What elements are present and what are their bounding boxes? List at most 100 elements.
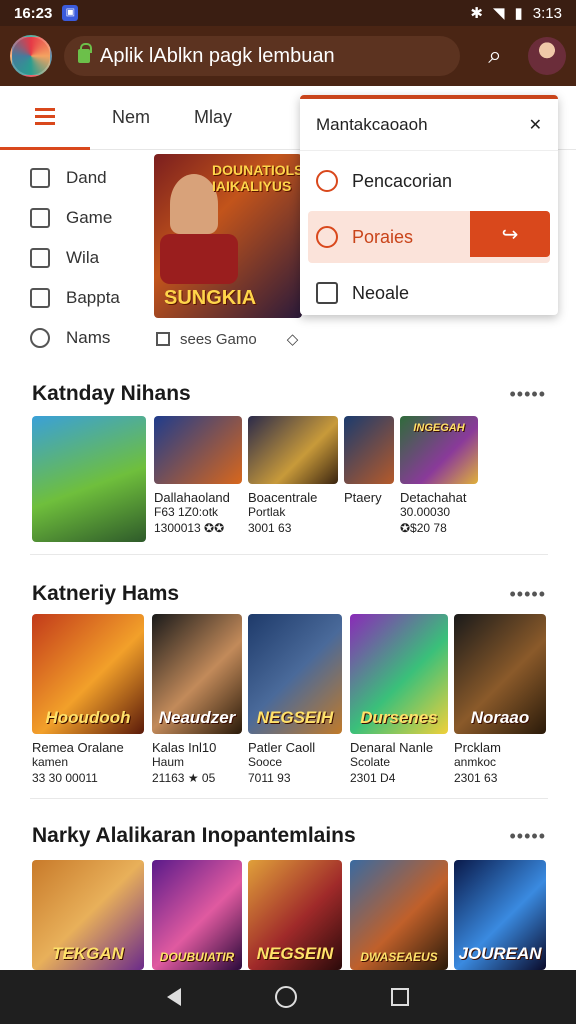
address-text: Aplik lAblkn pagk lembuan bbox=[100, 44, 335, 67]
status-time: 16:23 bbox=[14, 4, 53, 22]
side-item-label: Dand bbox=[66, 168, 107, 187]
tab-0[interactable]: Nem bbox=[90, 107, 172, 128]
search-icon[interactable]: ⌕ bbox=[480, 42, 510, 70]
game-thumbnail: JOUREAN bbox=[454, 860, 546, 970]
search-icon bbox=[30, 328, 50, 348]
game-thumbnail: DOUBUIATIR bbox=[152, 860, 242, 970]
game-card[interactable]: Hooudooh Remea Oralane kamen 33 30 00011 bbox=[32, 614, 144, 785]
game-card[interactable]: Boacentrale Portlak 3001 63 bbox=[248, 416, 338, 535]
card-meta: 2301 D4 bbox=[350, 771, 396, 785]
thumb-text: NEGSEIN bbox=[256, 944, 334, 963]
card-subtitle: Sooce bbox=[248, 755, 283, 769]
game-thumbnail: NEGSEIN bbox=[248, 860, 342, 970]
card-subtitle: Portlak bbox=[248, 505, 286, 519]
search-icon bbox=[316, 170, 338, 192]
banner-title-top: DOUNATIOLS IAIKALIYUS bbox=[212, 162, 302, 194]
side-item-1[interactable]: Game bbox=[30, 198, 160, 238]
game-card[interactable]: INGEGAH Detachahat 30.00030 ✪$20 78 bbox=[400, 416, 478, 535]
section-more-icon[interactable]: ••••• bbox=[509, 584, 546, 605]
card-meta: ✪$20 78 bbox=[400, 521, 447, 535]
thumb-text: Neaudzer bbox=[158, 708, 236, 727]
game-card[interactable]: Dursenes Denaral Nanle Scolate 2301 D4 bbox=[350, 614, 448, 785]
tag-icon[interactable]: ◇ bbox=[287, 330, 299, 348]
game-card[interactable]: NEGSEIN bbox=[248, 860, 342, 970]
game-thumbnail bbox=[344, 416, 394, 484]
system-nav-bar bbox=[0, 970, 576, 1024]
card-subtitle: F63 1Z0:otk bbox=[154, 505, 219, 519]
menu-icon[interactable] bbox=[0, 86, 90, 150]
game-thumbnail: TEKGAN bbox=[32, 860, 144, 970]
side-item-4[interactable]: Nams bbox=[30, 318, 160, 358]
app-logo-icon[interactable] bbox=[10, 35, 52, 77]
home-icon[interactable] bbox=[275, 986, 297, 1008]
game-card[interactable]: DOUBUIATIR bbox=[152, 860, 242, 970]
thumb-text: Noraao bbox=[470, 708, 530, 727]
side-item-label: Bappta bbox=[66, 288, 120, 307]
dropdown-item-label: Pencacorian bbox=[352, 170, 453, 191]
game-card[interactable]: Noraao Prcklam anmkoc 2301 63 bbox=[454, 614, 546, 785]
game-card[interactable]: Neaudzer Kalas Inl10 Haum 21163 ★ 05 bbox=[152, 614, 242, 785]
game-card[interactable]: Dallahaoland F63 1Z0:otk 1300013 ✪✪ bbox=[154, 416, 242, 535]
side-item-label: Game bbox=[66, 208, 113, 227]
game-thumbnail bbox=[32, 416, 146, 542]
card-meta: 2301 63 bbox=[454, 771, 498, 785]
image-icon bbox=[30, 248, 50, 268]
bluetooth-icon: ✱ bbox=[470, 5, 483, 22]
thumb-text: NEGSEIH bbox=[256, 708, 334, 727]
battery-text: 3:13 bbox=[532, 4, 562, 22]
recents-icon[interactable] bbox=[391, 988, 409, 1006]
dropdown-header[interactable]: Mantakcaoaoh ✕ bbox=[300, 99, 558, 151]
game-card[interactable] bbox=[32, 416, 146, 542]
checkbox-icon[interactable] bbox=[156, 332, 170, 346]
avatar[interactable] bbox=[528, 37, 566, 75]
dropdown-item-label: Poraies bbox=[352, 226, 414, 247]
section-more-icon[interactable]: ••••• bbox=[509, 826, 546, 847]
divider bbox=[30, 554, 548, 555]
divider bbox=[30, 798, 548, 799]
dropdown-item-3[interactable]: Neoale bbox=[300, 267, 558, 319]
thumb-text: JOUREAN bbox=[458, 944, 542, 963]
dropdown-item-search[interactable]: Pencacorian bbox=[300, 155, 558, 207]
dropdown-item-active[interactable]: Poraies ↪ bbox=[308, 211, 550, 263]
card-meta: 7011 93 bbox=[248, 771, 291, 785]
thumb-text: TEKGAN bbox=[52, 944, 124, 963]
featured-banner[interactable]: DOUNATIOLS IAIKALIYUS SUNGKIA bbox=[154, 154, 302, 318]
section-title: Katnday Nihans bbox=[32, 382, 191, 405]
hero-body bbox=[160, 234, 238, 284]
status-bar: 16:23 ▣ ✱ ◥ ▮ 3:13 bbox=[0, 0, 576, 26]
game-card[interactable]: TEKGAN bbox=[32, 860, 144, 970]
section-title: Narky Alalikaran Inopantemlains bbox=[32, 824, 356, 847]
back-icon[interactable] bbox=[167, 988, 181, 1006]
section-3: Narky Alalikaran Inopantemlains ••••• TE… bbox=[0, 820, 576, 970]
dropdown-menu: Mantakcaoaoh ✕ Pencacorian Poraies ↪ Neo… bbox=[300, 95, 558, 315]
close-icon[interactable]: ✕ bbox=[529, 115, 542, 135]
chip-label: sees Gamo bbox=[180, 330, 257, 348]
card-subtitle: Scolate bbox=[350, 755, 391, 769]
thumb-text: Hooudooh bbox=[45, 708, 131, 727]
card-title: Prcklam bbox=[454, 740, 501, 755]
game-thumbnail bbox=[154, 416, 242, 484]
address-bar[interactable]: Aplik lAblkn pagk lembuan bbox=[64, 36, 460, 76]
game-card[interactable]: Ptaery bbox=[344, 416, 394, 505]
card-subtitle: kamen bbox=[32, 755, 69, 769]
chips-row: sees Gamo ◇ bbox=[156, 330, 298, 348]
side-item-2[interactable]: Wila bbox=[30, 238, 160, 278]
go-icon[interactable]: ↪ bbox=[470, 211, 550, 257]
game-card[interactable]: NEGSEIH Patler Caoll Sooce 7011 93 bbox=[248, 614, 342, 785]
card-title: Remea Oralane bbox=[32, 740, 124, 755]
side-item-0[interactable]: Dand bbox=[30, 158, 160, 198]
card-title: Detachahat bbox=[400, 490, 467, 505]
card-meta: 1300013 ✪✪ bbox=[154, 521, 225, 535]
section-2: Katneriy Hams ••••• Hooudooh Remea Orala… bbox=[0, 578, 576, 799]
card-title: Patler Caoll bbox=[248, 740, 316, 755]
card-title: Kalas Inl10 bbox=[152, 740, 217, 755]
dropdown-item-label: Neoale bbox=[352, 282, 410, 303]
game-card[interactable]: DWASEAEUS bbox=[350, 860, 448, 970]
notification-icon: ▣ bbox=[62, 5, 79, 21]
section-more-icon[interactable]: ••••• bbox=[509, 384, 546, 405]
card-subtitle: anmkoc bbox=[454, 755, 497, 769]
tab-1[interactable]: Mlay bbox=[172, 107, 254, 128]
side-item-3[interactable]: Bappta bbox=[30, 278, 160, 318]
game-card[interactable]: JOUREAN bbox=[454, 860, 546, 970]
game-thumbnail: Hooudooh bbox=[32, 614, 144, 734]
